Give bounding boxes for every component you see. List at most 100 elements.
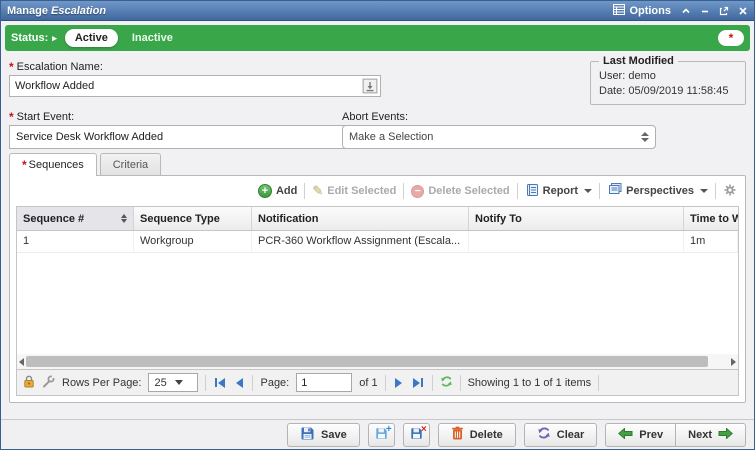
circle-minus-icon: − xyxy=(411,185,424,198)
clear-label: Clear xyxy=(557,429,585,441)
last-modified-legend: Last Modified xyxy=(599,55,678,67)
abort-events-label-text: Abort Events: xyxy=(342,111,408,123)
divider xyxy=(252,375,253,391)
start-event-value: Service Desk Workflow Added xyxy=(16,131,366,143)
perspectives-label: Perspectives xyxy=(626,185,694,197)
last-page-button[interactable] xyxy=(411,376,425,390)
scroll-left-icon[interactable] xyxy=(19,358,24,366)
add-label: Add xyxy=(276,185,297,197)
divider xyxy=(517,183,518,199)
rows-per-page-select[interactable]: 25 xyxy=(148,373,198,392)
escalation-name-label: * Escalation Name: xyxy=(9,61,103,73)
perspectives-button[interactable]: Perspectives xyxy=(607,183,708,199)
add-button[interactable]: + Add xyxy=(258,184,297,198)
grid-empty-area xyxy=(17,253,738,354)
status-option-active[interactable]: Active xyxy=(65,29,118,47)
expand-editor-icon[interactable] xyxy=(362,78,378,94)
cell-time-to-wait: 1m xyxy=(684,231,738,252)
save-and-new-button[interactable]: + xyxy=(368,423,395,447)
options-list-icon xyxy=(613,4,625,18)
column-header-notify-to[interactable]: Notify To xyxy=(469,207,684,230)
form-area: * Escalation Name: Last Modified User: d… xyxy=(1,55,754,153)
grid-toolbar: + Add ✎ Edit Selected − Delete Selected … xyxy=(16,180,739,206)
status-bar: Status: ▸ Active Inactive * xyxy=(5,25,750,51)
delete-button[interactable]: Delete xyxy=(438,423,516,447)
scrollbar-thumb[interactable] xyxy=(26,356,708,367)
next-page-button[interactable] xyxy=(393,376,404,390)
pagination-bar: Rows Per Page: 25 Page: of 1 xyxy=(17,369,738,395)
save-button[interactable]: Save xyxy=(287,423,360,447)
table-row[interactable]: 1 Workgroup PCR-360 Workflow Assignment … xyxy=(17,231,738,253)
manage-escalation-window: Manage Escalation Options Status: ▸ Acti… xyxy=(0,0,755,450)
status-caret-icon: ▸ xyxy=(52,33,57,44)
horizontal-scrollbar[interactable] xyxy=(17,354,738,369)
delete-selected-button[interactable]: − Delete Selected xyxy=(411,185,509,198)
tab-sequences-label: Sequences xyxy=(29,159,84,171)
divider xyxy=(205,375,206,391)
edit-selected-button[interactable]: ✎ Edit Selected xyxy=(312,183,396,199)
escalation-name-input[interactable] xyxy=(9,75,381,97)
options-menu-button[interactable]: Options xyxy=(613,4,671,18)
wrench-icon[interactable] xyxy=(42,375,55,391)
sort-icon[interactable] xyxy=(121,214,127,223)
abort-events-label: Abort Events: xyxy=(342,111,408,123)
refresh-icon[interactable] xyxy=(440,375,453,391)
options-label: Options xyxy=(629,5,671,17)
showing-items-label: Showing 1 to 1 of 1 items xyxy=(468,377,592,389)
column-header-label: Sequence Type xyxy=(140,213,220,225)
status-label: Status: ▸ xyxy=(11,32,57,44)
start-event-select[interactable]: Service Desk Workflow Added xyxy=(9,125,381,149)
gear-icon[interactable] xyxy=(723,183,737,200)
first-page-button[interactable] xyxy=(213,376,227,390)
report-button[interactable]: Report xyxy=(525,183,592,200)
cell-sequence-number: 1 xyxy=(17,231,134,252)
status-option-inactive[interactable]: Inactive xyxy=(126,29,179,47)
abort-events-value: Make a Selection xyxy=(349,131,641,143)
popout-icon[interactable] xyxy=(719,6,729,16)
column-header-sequence-number[interactable]: Sequence # xyxy=(17,207,134,230)
scroll-right-icon[interactable] xyxy=(731,358,736,366)
minimize-icon[interactable] xyxy=(700,6,710,16)
report-icon xyxy=(525,183,539,200)
next-button[interactable]: Next xyxy=(675,423,746,447)
tab-criteria[interactable]: Criteria xyxy=(100,153,161,175)
plus-badge-icon: + xyxy=(386,425,392,434)
page-number-input[interactable] xyxy=(296,373,352,392)
tab-sequences[interactable]: * Sequences xyxy=(9,153,97,176)
clear-button[interactable]: Clear xyxy=(524,423,598,447)
combo-updown-icon xyxy=(641,132,649,142)
start-event-label-text: Start Event: xyxy=(17,111,74,123)
chevron-down-icon xyxy=(584,189,592,193)
escalation-name-label-text: Escalation Name: xyxy=(17,61,103,73)
add-icon: + xyxy=(258,184,272,198)
required-asterisk: * xyxy=(9,63,14,71)
rows-per-page-value: 25 xyxy=(154,377,166,389)
chevron-down-icon xyxy=(700,189,708,193)
abort-events-select[interactable]: Make a Selection xyxy=(342,125,656,149)
save-label: Save xyxy=(321,429,347,441)
divider xyxy=(385,375,386,391)
divider xyxy=(304,183,305,199)
page-total-label: of 1 xyxy=(359,377,377,389)
delete-label: Delete xyxy=(470,429,503,441)
required-indicator-pill: * xyxy=(718,30,744,46)
prev-button[interactable]: Prev xyxy=(605,423,675,447)
previous-page-button[interactable] xyxy=(234,376,245,390)
close-icon[interactable] xyxy=(738,6,748,16)
collapse-icon[interactable] xyxy=(681,6,691,16)
lock-icon[interactable] xyxy=(23,375,35,391)
edit-selected-label: Edit Selected xyxy=(327,185,396,197)
save-and-close-button[interactable]: × xyxy=(403,423,430,447)
window-title-prefix: Manage xyxy=(7,5,48,17)
column-header-label: Sequence # xyxy=(23,213,117,225)
titlebar: Manage Escalation Options xyxy=(1,1,754,21)
column-header-sequence-type[interactable]: Sequence Type xyxy=(134,207,252,230)
column-header-label: Time to Wait xyxy=(690,213,738,225)
rows-per-page-label: Rows Per Page: xyxy=(62,377,141,389)
window-title-emphasis: Escalation xyxy=(51,5,106,17)
column-header-notification[interactable]: Notification xyxy=(252,207,469,230)
required-asterisk: * xyxy=(22,161,27,169)
column-header-time-to-wait[interactable]: Time to Wait xyxy=(684,207,738,230)
save-icon xyxy=(300,426,315,444)
pencil-icon: ✎ xyxy=(312,183,323,199)
